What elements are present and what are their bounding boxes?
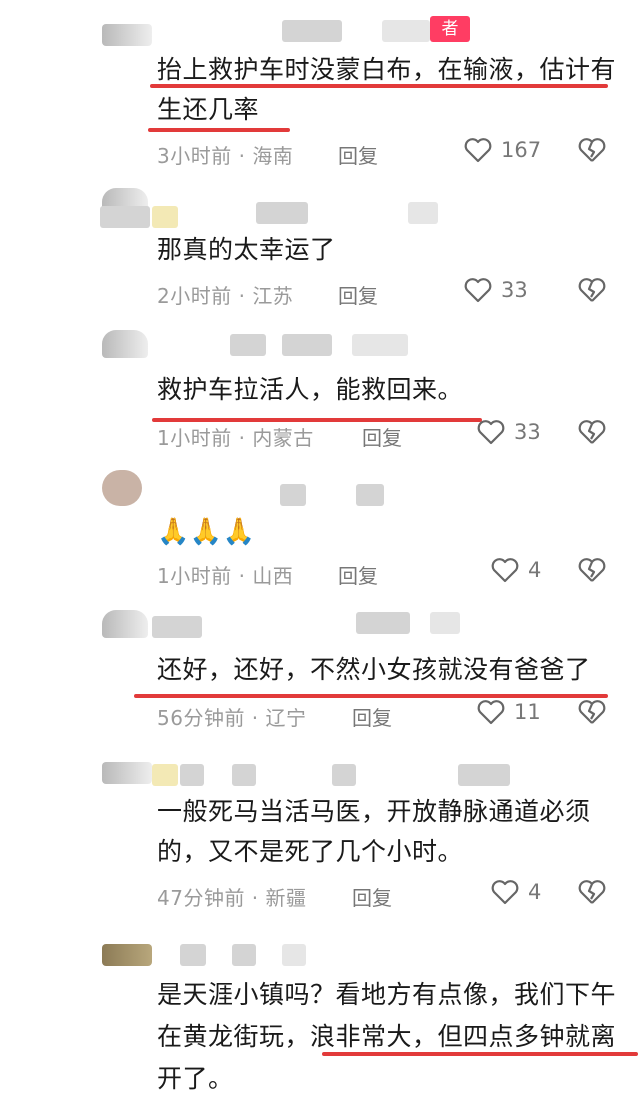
avatar[interactable] (102, 24, 152, 46)
dislike-button[interactable] (577, 698, 607, 730)
broken-heart-icon (578, 700, 606, 724)
blurred-username (382, 20, 430, 42)
red-underline (150, 84, 608, 88)
blurred-username (180, 764, 204, 786)
avatar[interactable] (102, 762, 152, 784)
reply-button[interactable]: 回复 (352, 882, 392, 911)
like-count: 33 (514, 420, 541, 444)
comment-text: 救护车拉活人，能救回来。 (157, 375, 464, 404)
blurred-username (152, 764, 178, 786)
avatar[interactable] (102, 330, 148, 358)
blurred-username (100, 206, 150, 228)
blurred-username (352, 334, 408, 356)
comment-text: 一般死马当活马医，开放静脉通道必须的，又不是死了几个小时。 (157, 797, 591, 866)
comment-meta: 56分钟前 · 辽宁 (157, 706, 307, 730)
blurred-username (356, 612, 410, 634)
comment-meta: 47分钟前 · 新疆 (157, 886, 307, 910)
broken-heart-icon (578, 278, 606, 302)
dislike-button[interactable] (577, 418, 607, 450)
like-button[interactable]: 33 (476, 418, 541, 446)
blurred-username (152, 616, 202, 638)
blurred-username (180, 944, 206, 966)
like-count: 4 (528, 558, 542, 582)
dislike-button[interactable] (577, 276, 607, 308)
timestamp: 47分钟前 (157, 886, 245, 910)
reply-button[interactable]: 回复 (362, 422, 402, 451)
like-button[interactable]: 167 (463, 136, 541, 164)
like-button[interactable]: 4 (490, 556, 541, 584)
heart-icon (477, 700, 505, 725)
like-count: 4 (528, 880, 542, 904)
broken-heart-icon (578, 880, 606, 904)
location: 辽宁 (265, 706, 307, 730)
comment-meta: 1小时前 · 山西 (157, 564, 294, 588)
avatar[interactable] (102, 470, 142, 506)
reply-button[interactable]: 回复 (338, 560, 378, 589)
blurred-username (458, 764, 510, 786)
blurred-username (232, 764, 256, 786)
like-count: 11 (514, 700, 541, 724)
heart-icon (464, 278, 492, 303)
comment-meta: 3小时前 · 海南 (157, 144, 294, 168)
blurred-username (256, 202, 308, 224)
timestamp: 56分钟前 (157, 706, 245, 730)
comment-meta: 2小时前 · 江苏 (157, 284, 294, 308)
avatar[interactable] (102, 944, 152, 966)
comment-text: 是天涯小镇吗？看地方有点像，我们下午在黄龙街玩，浪非常大，但四点多钟就离开了。 (157, 980, 617, 1093)
red-underline (322, 1052, 638, 1056)
like-button[interactable]: 33 (463, 276, 528, 304)
blurred-username (282, 334, 332, 356)
comment-text: 那真的太幸运了 (157, 235, 336, 264)
broken-heart-icon (578, 420, 606, 444)
broken-heart-icon (578, 558, 606, 582)
red-underline (148, 128, 290, 132)
comment-text: 🙏🙏🙏 (157, 517, 256, 547)
comment-text: 抬上救护车时没蒙白布，在输液，估计有生还几率 (157, 55, 617, 124)
blurred-username (280, 484, 306, 506)
blurred-username (152, 206, 178, 228)
blurred-username (230, 334, 266, 356)
dislike-button[interactable] (577, 136, 607, 168)
blurred-username (332, 764, 356, 786)
blurred-username (282, 20, 342, 42)
blurred-username (232, 944, 256, 966)
comment-meta: 1小时前 · 内蒙古 (157, 426, 314, 450)
author-badge: 者 (430, 16, 470, 42)
dislike-button[interactable] (577, 878, 607, 910)
blurred-username (430, 612, 460, 634)
timestamp: 1小时前 (157, 426, 232, 450)
blurred-username (356, 484, 384, 506)
like-count: 33 (501, 278, 528, 302)
heart-icon (491, 558, 519, 583)
reply-button[interactable]: 回复 (338, 140, 378, 169)
timestamp: 1小时前 (157, 564, 232, 588)
location: 山西 (252, 564, 294, 588)
location: 内蒙古 (252, 426, 314, 450)
location: 新疆 (265, 886, 307, 910)
timestamp: 3小时前 (157, 144, 232, 168)
blurred-username (408, 202, 438, 224)
heart-icon (477, 420, 505, 445)
reply-button[interactable]: 回复 (352, 702, 392, 731)
location: 江苏 (252, 284, 294, 308)
like-count: 167 (501, 138, 542, 162)
comment-text: 还好，还好，不然小女孩就没有爸爸了 (157, 655, 591, 684)
reply-button[interactable]: 回复 (338, 280, 378, 309)
broken-heart-icon (578, 138, 606, 162)
timestamp: 2小时前 (157, 284, 232, 308)
heart-icon (464, 138, 492, 163)
like-button[interactable]: 11 (476, 698, 541, 726)
blurred-username (282, 944, 306, 966)
heart-icon (491, 880, 519, 905)
location: 海南 (252, 144, 294, 168)
avatar[interactable] (102, 610, 148, 638)
dislike-button[interactable] (577, 556, 607, 588)
like-button[interactable]: 4 (490, 878, 541, 906)
